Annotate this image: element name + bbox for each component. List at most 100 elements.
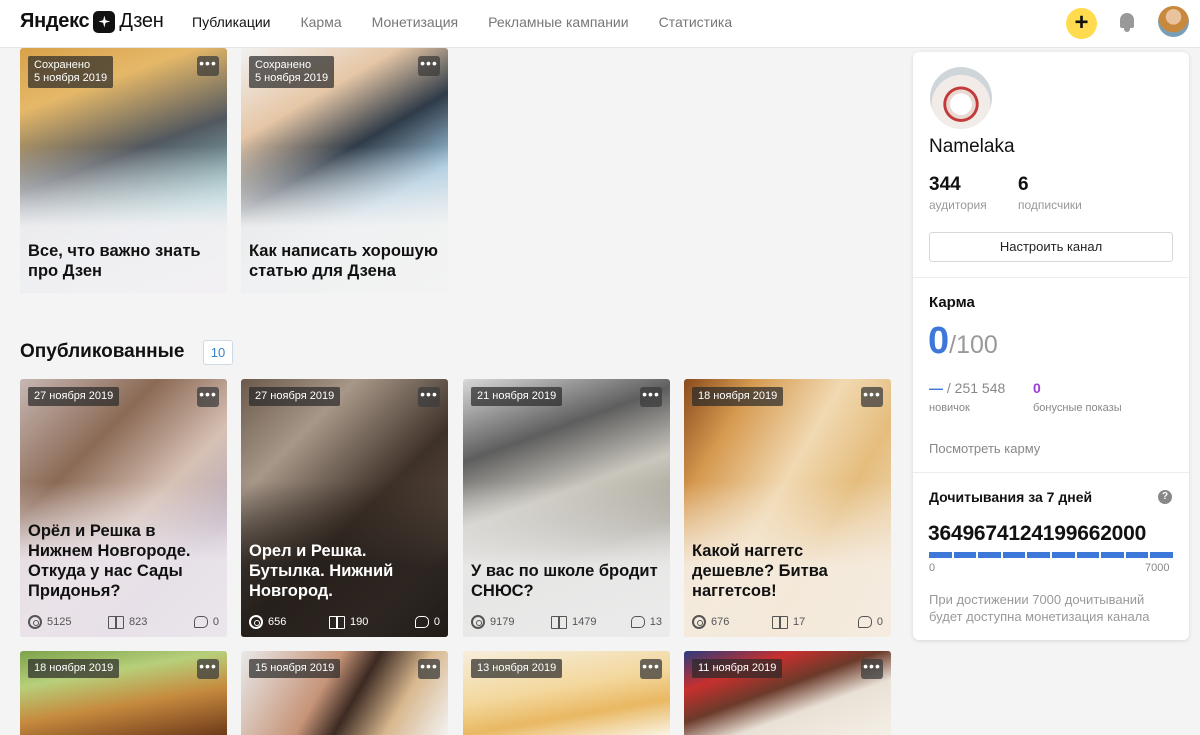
publication-card[interactable]: 18 ноября 2019 ••• (20, 651, 227, 735)
publication-date: 18 ноября 2019 (28, 659, 120, 678)
views-icon (692, 615, 706, 629)
channel-avatar[interactable] (930, 67, 992, 129)
reads-value: 3649674124199662000 (928, 522, 1147, 545)
views-count: 676 (711, 616, 730, 628)
publication-card[interactable]: 18 ноября 2019 ••• Какой наггетс дешевле… (684, 379, 891, 637)
reads-stat: 823 (108, 615, 194, 629)
views-icon (249, 615, 263, 629)
publication-stats: 676 17 0 (692, 615, 883, 629)
publication-card[interactable]: 13 ноября 2019 ••• (463, 651, 670, 735)
publication-card[interactable]: 15 ноября 2019 ••• (241, 651, 448, 735)
progress-max: 7000 (1145, 562, 1170, 574)
more-options-icon[interactable]: ••• (418, 659, 440, 679)
reads-count: 190 (350, 616, 369, 628)
publication-date: 27 ноября 2019 (249, 387, 341, 406)
published-count-badge: 10 (203, 340, 233, 365)
views-stat: 656 (249, 615, 329, 629)
more-options-icon[interactable]: ••• (640, 387, 662, 407)
views-count: 5125 (47, 616, 72, 628)
publication-card[interactable]: 11 ноября 2019 ••• (684, 651, 891, 735)
view-karma-link[interactable]: Посмотреть карму (929, 441, 1040, 456)
views-stat: 9179 (471, 615, 551, 629)
comments-count: 0 (876, 616, 883, 628)
create-button[interactable]: + (1066, 8, 1097, 39)
comments-icon (193, 616, 208, 628)
publication-card[interactable]: 27 ноября 2019 ••• Орел и Решка. Бутылка… (241, 379, 448, 637)
draft-card[interactable]: Сохранено 5 ноября 2019 ••• Как написать… (241, 48, 448, 293)
reads-count: 17 (793, 616, 806, 628)
views-count: 656 (268, 616, 287, 628)
views-count: 9179 (490, 616, 515, 628)
publication-title: Орел и Решка. Бутылка. Нижний Новгород. (249, 542, 394, 600)
bonus-label: бонусные показы (1033, 402, 1122, 414)
reads-count: 823 (129, 616, 148, 628)
publication-date: 11 ноября 2019 (692, 659, 783, 678)
karma-title: Карма (929, 294, 975, 311)
reads-icon (772, 615, 788, 629)
more-options-icon[interactable]: ••• (418, 56, 440, 76)
channel-sidebar: Namelaka 344 аудитория 6 подписчики Наст… (913, 52, 1189, 640)
help-icon[interactable]: ? (1158, 490, 1172, 504)
publication-card[interactable]: 27 ноября 2019 ••• Орёл и Решка в Нижнем… (20, 379, 227, 637)
comments-icon (630, 616, 645, 628)
publication-title: Орёл и Решка в Нижнем Новгороде. Откуда … (28, 522, 191, 600)
publication-stats: 5125 823 0 (28, 615, 219, 629)
more-options-icon[interactable]: ••• (197, 387, 219, 407)
publication-date: 13 ноября 2019 (471, 659, 563, 678)
draft-date: 5 ноября 2019 (255, 72, 329, 84)
publication-card[interactable]: 21 ноября 2019 ••• У вас по школе бродит… (463, 379, 670, 637)
publication-date: 15 ноября 2019 (249, 659, 341, 678)
publication-stats: 656 190 0 (249, 615, 440, 629)
logo-dzen-text: Дзен (119, 10, 164, 32)
nav-statistics[interactable]: Статистика (659, 14, 733, 30)
logo-yandex-text: Яндекс (20, 10, 90, 32)
draft-title: Как написать хорошую статью для Дзена (249, 242, 438, 280)
comments-icon (414, 616, 429, 628)
more-options-icon[interactable]: ••• (418, 387, 440, 407)
more-options-icon[interactable]: ••• (197, 659, 219, 679)
audience-label: аудитория (929, 198, 987, 212)
karma-rank: — / 251 548 (929, 380, 1005, 396)
nav-ad-campaigns[interactable]: Рекламные кампании (488, 14, 628, 30)
draft-card[interactable]: Сохранено 5 ноября 2019 ••• Все, что важ… (20, 48, 227, 293)
publication-title: Какой наггетс дешевле? Битва наггетсов! (692, 542, 828, 600)
draft-status-badge: Сохранено 5 ноября 2019 (28, 56, 114, 88)
subscribers-stat: 6 подписчики (1018, 174, 1082, 212)
views-icon (471, 615, 485, 629)
subscribers-label: подписчики (1018, 198, 1082, 212)
reads-stat: 190 (329, 615, 415, 629)
draft-status-badge: Сохранено 5 ноября 2019 (249, 56, 335, 88)
reads-count: 1479 (572, 616, 597, 628)
logo[interactable]: Яндекс Дзен (20, 10, 164, 33)
published-section-title: Опубликованные (20, 341, 185, 362)
notifications-bell-icon[interactable] (1118, 13, 1136, 33)
nav-monetization[interactable]: Монетизация (372, 14, 459, 30)
publication-stats: 9179 1479 13 (471, 615, 662, 629)
channel-name[interactable]: Namelaka (929, 136, 1015, 158)
draft-title: Все, что важно знать про Дзен (28, 242, 201, 280)
publication-date: 27 ноября 2019 (28, 387, 120, 406)
reads-stat: 17 (772, 615, 858, 629)
more-options-icon[interactable]: ••• (861, 659, 883, 679)
nav-publications[interactable]: Публикации (192, 14, 270, 30)
views-stat: 5125 (28, 615, 108, 629)
publication-date: 18 ноября 2019 (692, 387, 784, 406)
reads-stat: 1479 (551, 615, 631, 629)
progress-min: 0 (929, 562, 936, 574)
more-options-icon[interactable]: ••• (640, 659, 662, 679)
comments-count: 0 (433, 616, 440, 628)
comments-stat: 13 (630, 616, 662, 628)
comments-count: 0 (212, 616, 219, 628)
audience-value: 344 (929, 174, 961, 195)
more-options-icon[interactable]: ••• (197, 56, 219, 76)
divider (913, 277, 1189, 278)
reads-icon (329, 615, 345, 629)
comments-stat: 0 (414, 616, 440, 628)
nav-karma[interactable]: Карма (300, 14, 341, 30)
rank-value: / 251 548 (943, 380, 1006, 396)
configure-channel-button[interactable]: Настроить канал (929, 232, 1173, 262)
user-avatar[interactable] (1158, 6, 1189, 37)
publication-date: 21 ноября 2019 (471, 387, 563, 406)
more-options-icon[interactable]: ••• (861, 387, 883, 407)
draft-date: 5 ноября 2019 (34, 72, 108, 84)
